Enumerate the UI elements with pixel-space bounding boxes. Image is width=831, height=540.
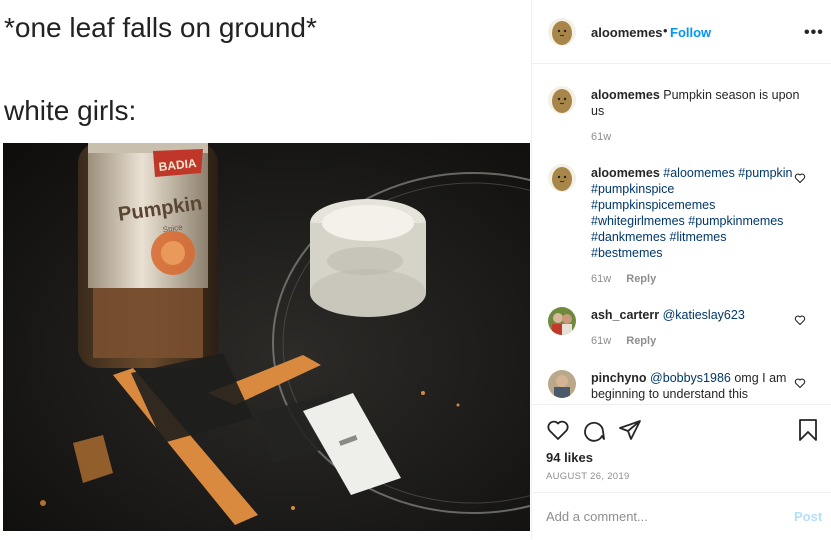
author-avatar[interactable]	[548, 18, 576, 46]
comment-meta: 61w Reply	[591, 273, 656, 285]
user-photo-icon	[548, 370, 576, 398]
comment-body: aloomemes #aloomemes #pumpkin #pumpkinsp…	[591, 165, 801, 261]
post-date[interactable]: AUGUST 26, 2019	[546, 471, 630, 482]
comment-body: pinchyno @bobbys1986 omg I am beginning …	[591, 370, 801, 402]
comment-mention[interactable]: @bobbys1986	[650, 371, 731, 385]
potato-avatar-icon	[548, 18, 576, 46]
post-sidebar: aloomemes • Follow ••• aloomemes Pumpkin…	[531, 0, 831, 539]
save-bookmark-icon[interactable]	[796, 418, 820, 442]
more-options-icon[interactable]: •••	[804, 24, 824, 42]
meme-photo-illustration: BADIA Pumpkin Spice	[3, 143, 530, 531]
author-username[interactable]: aloomemes	[591, 25, 663, 40]
potato-avatar-icon	[548, 86, 576, 114]
comment-mention[interactable]: @katieslay623	[663, 308, 745, 322]
like-comment-heart-icon[interactable]	[794, 172, 806, 184]
comment-hashtags[interactable]: #aloomemes #pumpkin #pumpkinspice #pumpk…	[591, 166, 793, 260]
like-comment-heart-icon[interactable]	[794, 314, 806, 326]
meme-caption-top: *one leaf falls on ground*	[4, 12, 317, 43]
comment-username[interactable]: aloomemes	[591, 166, 660, 180]
comment-time[interactable]: 61w	[591, 335, 611, 347]
reply-button[interactable]: Reply	[626, 273, 656, 285]
post-header: aloomemes • Follow •••	[532, 0, 831, 64]
like-comment-heart-icon[interactable]	[794, 377, 806, 389]
share-send-icon[interactable]	[618, 418, 642, 442]
post-media: *one leaf falls on ground* white girls:	[0, 0, 531, 539]
post-comment-button[interactable]: Post	[794, 509, 822, 524]
comment-username[interactable]: ash_carterr	[591, 308, 659, 322]
comment-time[interactable]: 61w	[591, 131, 611, 143]
author-avatar[interactable]	[548, 164, 576, 192]
meme-caption-bottom: white girls:	[4, 95, 137, 126]
likes-count[interactable]: 94 likes	[546, 450, 593, 465]
meme-photo: BADIA Pumpkin Spice	[3, 143, 530, 531]
comment-meta: 61w Reply	[591, 335, 656, 347]
author-avatar[interactable]	[548, 86, 576, 114]
comment-time[interactable]: 61w	[591, 273, 611, 285]
like-heart-icon[interactable]	[546, 418, 570, 442]
reply-button[interactable]: Reply	[626, 335, 656, 347]
user-photo-icon	[548, 307, 576, 335]
comment-body: aloomemes Pumpkin season is upon us	[591, 87, 801, 119]
comments-list[interactable]: aloomemes Pumpkin season is upon us 61w	[532, 64, 831, 404]
post-actions: 94 likes AUGUST 26, 2019 Post	[532, 404, 831, 539]
instagram-post: *one leaf falls on ground* white girls:	[0, 0, 831, 539]
separator-dot: •	[663, 23, 668, 38]
potato-avatar-icon	[548, 164, 576, 192]
comment-username[interactable]: aloomemes	[591, 88, 660, 102]
follow-button[interactable]: Follow	[670, 25, 711, 40]
commenter-avatar[interactable]	[548, 307, 576, 335]
add-comment-input[interactable]	[546, 505, 766, 527]
comment-body: ash_carterr @katieslay623	[591, 307, 801, 323]
comment-meta: 61w	[591, 131, 611, 143]
comment-bubble-icon[interactable]	[582, 418, 606, 442]
add-comment-section: Post	[532, 492, 831, 540]
comment-username[interactable]: pinchyno	[591, 371, 647, 385]
commenter-avatar[interactable]	[548, 370, 576, 398]
